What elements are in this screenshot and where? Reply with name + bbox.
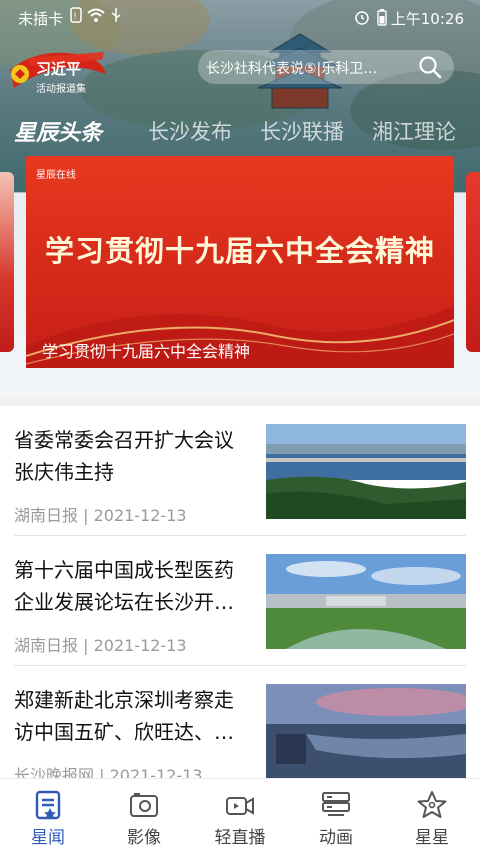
news-item[interactable]: 省委常委会召开扩大会议张庆伟主持 湖南日报 | 2021-12-13 [0, 406, 480, 536]
usb-icon [111, 8, 121, 22]
banner-caption: 学习贯彻十九届六中全会精神 [42, 342, 251, 361]
banner-brand-logo: 星辰在线 [36, 170, 76, 181]
news-icon [35, 790, 61, 820]
tab-xingchen-headlines[interactable]: 星辰头条 [14, 115, 102, 147]
status-left-icons: ! [70, 7, 122, 23]
video-icon [226, 797, 254, 815]
news-source: 长沙晚报网 [14, 766, 95, 778]
wifi-icon [87, 8, 105, 22]
news-meta: 湖南日报 | 2021-12-13 [14, 506, 187, 525]
tab-changsha-broadcast[interactable]: 长沙联播 [260, 116, 344, 146]
news-meta: 湖南日报 | 2021-12-13 [14, 636, 187, 655]
camera-icon [130, 793, 158, 817]
news-title: 第十六届中国成长型医药企业发展论坛在长沙开… [14, 558, 234, 614]
news-thumbnail [266, 424, 466, 519]
nav-live[interactable]: 轻直播 [192, 779, 288, 853]
nav-label: 动画 [319, 828, 353, 848]
carousel-next-peek[interactable] [466, 172, 480, 352]
carousel-prev-peek[interactable] [0, 172, 14, 352]
status-right-icons [354, 8, 388, 26]
leader-coverage-badge[interactable]: 习近平 活动报道集 [6, 44, 110, 96]
bottom-navigation: 星闻 影像 轻直播 动画 星星 [0, 778, 480, 853]
badge-title: 习近平 [36, 60, 82, 78]
star-icon [417, 791, 447, 818]
news-date: 2021-12-13 [93, 636, 187, 655]
nav-label: 影像 [127, 828, 161, 848]
news-title: 郑建新赴北京深圳考察走访中国五矿、欣旺达、… [14, 688, 234, 744]
news-item[interactable]: 第十六届中国成长型医药企业发展论坛在长沙开… 湖南日报 | 2021-12-13 [0, 536, 480, 666]
nav-images[interactable]: 影像 [96, 779, 192, 853]
news-thumbnail [266, 684, 466, 778]
nav-news[interactable]: 星闻 [0, 779, 96, 853]
badge-subtitle: 活动报道集 [36, 84, 86, 95]
alarm-icon [355, 11, 369, 25]
search-icon[interactable] [418, 55, 442, 79]
nav-animation[interactable]: 动画 [288, 779, 384, 853]
news-title: 省委常委会召开扩大会议张庆伟主持 [14, 428, 234, 484]
news-source: 湖南日报 [14, 506, 79, 525]
tab-changsha-release[interactable]: 长沙发布 [148, 116, 232, 146]
search-bar[interactable]: 长沙社科代表说⑤|乐科卫… [198, 50, 454, 84]
sim-icon: ! [70, 7, 82, 23]
clock: 上午10:26 [390, 10, 464, 28]
news-item[interactable]: 郑建新赴北京深圳考察走访中国五矿、欣旺达、… 长沙晚报网 | 2021-12-1… [0, 666, 480, 778]
svg-text:!: ! [73, 12, 77, 22]
nav-label: 轻直播 [214, 828, 266, 848]
news-source: 湖南日报 [14, 636, 79, 655]
battery-icon [377, 9, 387, 26]
banner-headline: 学习贯彻十九届六中全会精神 [44, 234, 435, 268]
animation-icon [322, 792, 350, 816]
carrier-label: 未插卡 [18, 10, 64, 28]
app-screen: 未插卡 ! 上午10:26 习近平 活动报道集 长沙社科代表说⑤|乐科卫… 星辰… [0, 0, 480, 853]
news-date: 2021-12-13 [93, 506, 187, 525]
news-list: 省委常委会召开扩大会议张庆伟主持 湖南日报 | 2021-12-13 第十六届中… [0, 406, 480, 778]
nav-label: 星闻 [31, 828, 65, 848]
news-date: 2021-12-13 [109, 766, 203, 778]
nav-label: 星星 [415, 828, 449, 848]
carousel-banner[interactable]: 星辰在线 学习贯彻十九届六中全会精神 [26, 156, 454, 368]
news-thumbnail [266, 554, 466, 649]
section-divider [0, 396, 480, 406]
tab-xiangjiang-theory[interactable]: 湘江理论 [372, 116, 456, 146]
header-hero: 未插卡 ! 上午10:26 习近平 活动报道集 长沙社科代表说⑤|乐科卫… 星辰… [0, 0, 480, 400]
search-placeholder: 长沙社科代表说⑤|乐科卫… [206, 61, 378, 77]
nav-stars[interactable]: 星星 [384, 779, 480, 853]
status-bar: 未插卡 ! 上午10:26 [0, 0, 480, 34]
news-meta: 长沙晚报网 | 2021-12-13 [14, 762, 203, 778]
channel-tabs: 星辰头条 长沙发布 长沙联播 湘江理论 [0, 110, 480, 154]
